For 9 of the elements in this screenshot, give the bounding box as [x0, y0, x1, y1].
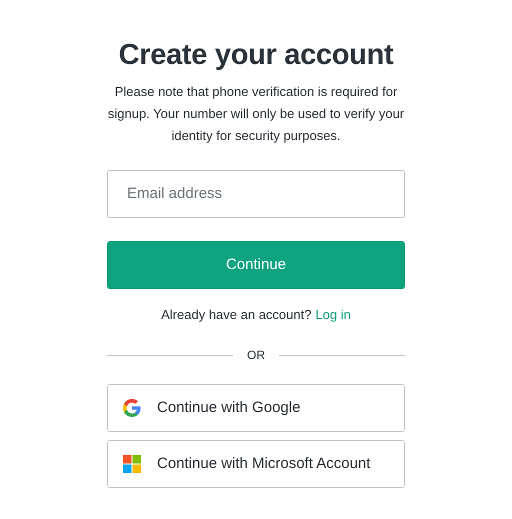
microsoft-login-button[interactable]: Continue with Microsoft Account — [107, 440, 405, 488]
divider-text: OR — [246, 347, 266, 364]
google-login-button[interactable]: Continue with Google — [107, 384, 405, 432]
microsoft-icon — [123, 455, 141, 474]
google-icon — [123, 399, 141, 418]
description-text: Please note that phone verification is required for signup. Your number will only be used to verify your identity for security purposes. — [107, 82, 405, 145]
login-prompt-text: Already have an account? — [161, 306, 312, 322]
email-field[interactable]: Email address — [107, 170, 405, 218]
page-title: Create your account — [118, 38, 394, 73]
